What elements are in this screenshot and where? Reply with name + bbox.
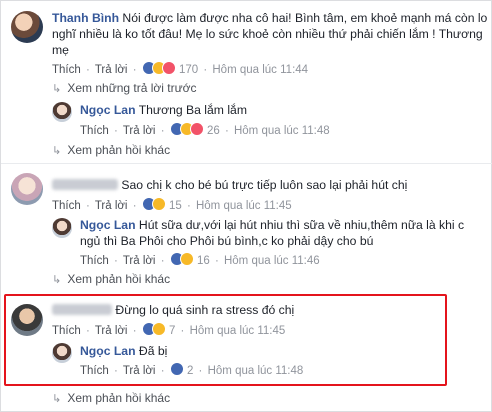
- blurred-author-name: [52, 179, 118, 190]
- reply-link[interactable]: Trả lời: [123, 255, 156, 267]
- author-name[interactable]: Ngọc Lan: [80, 344, 136, 358]
- reply-link[interactable]: Trả lời: [95, 325, 128, 337]
- comment-body: Nói được làm được nha cô hai! Bình tâm, …: [122, 11, 488, 25]
- love-reaction-icon: [189, 122, 204, 136]
- separator: ·: [160, 255, 165, 267]
- view-more-label[interactable]: Xem phản hồi khác: [67, 391, 170, 405]
- reaction-count[interactable]: 170: [179, 64, 198, 76]
- reaction-count[interactable]: 7: [169, 325, 175, 337]
- reaction-count[interactable]: 15: [169, 200, 182, 212]
- timestamp[interactable]: Hôm qua lúc 11:48: [208, 365, 304, 377]
- reply-body: Hút sữa dư,với lại hút nhiu thì sữa về n…: [138, 218, 465, 232]
- comment-body: nghĩ nhiều là ko tốt đâu! Mẹ lo sức khoẻ…: [52, 27, 483, 41]
- comment-body: Đừng lo quá sinh ra stress đó chị: [115, 303, 295, 317]
- timestamp[interactable]: Hôm qua lúc 11:46: [224, 255, 320, 267]
- timestamp[interactable]: Hôm qua lúc 11:44: [212, 64, 308, 76]
- separator: ·: [214, 255, 219, 267]
- avatar[interactable]: [52, 343, 72, 363]
- separator: ·: [198, 365, 203, 377]
- separator: ·: [224, 125, 229, 137]
- separator: ·: [160, 365, 165, 377]
- reply-actions: Thích · Trả lời · 16 · Hôm qua lúc 11:46: [80, 252, 320, 268]
- separator: ·: [85, 325, 90, 337]
- comment-actions: Thích · Trả lời · 170 · Hôm qua lúc 11:4…: [52, 61, 308, 77]
- reaction-count[interactable]: 16: [197, 255, 210, 267]
- separator: ·: [113, 125, 118, 137]
- reaction-count[interactable]: 26: [207, 125, 220, 137]
- reply-text: Ngọc Lan Thương Ba lắm lắm: [80, 102, 247, 118]
- separator: ·: [85, 200, 90, 212]
- reply-actions: Thích · Trả lời · 26 · Hôm qua lúc 11:48: [80, 122, 330, 138]
- separator: ·: [132, 325, 137, 337]
- reply-link[interactable]: Trả lời: [123, 365, 156, 377]
- separator: ·: [186, 200, 191, 212]
- author-name[interactable]: Thanh Bình: [52, 11, 119, 25]
- comment-body: Sao chị k cho bé bú trực tiếp luôn sao l…: [121, 178, 408, 192]
- avatar[interactable]: [52, 102, 72, 122]
- like-link[interactable]: Thích: [80, 255, 109, 267]
- reply-link[interactable]: Trả lời: [95, 200, 128, 212]
- timestamp[interactable]: Hôm qua lúc 11:45: [196, 200, 292, 212]
- reply-body: ngủ thì Ba Phôi cho Phôi bú bình,c ko ph…: [80, 234, 374, 248]
- reply-arrow-icon: ↳: [52, 145, 62, 157]
- reply-arrow-icon: ↳: [52, 83, 62, 95]
- reply-arrow-icon: ↳: [52, 274, 62, 286]
- author-name[interactable]: Ngọc Lan: [80, 218, 136, 232]
- divider: [1, 163, 492, 164]
- reply-link[interactable]: Trả lời: [123, 125, 156, 137]
- avatar[interactable]: [52, 218, 72, 238]
- like-link[interactable]: Thích: [80, 365, 109, 377]
- comment-body: mẹ: [52, 43, 69, 57]
- like-link[interactable]: Thích: [52, 200, 81, 212]
- timestamp[interactable]: Hôm qua lúc 11:48: [234, 125, 330, 137]
- reply-actions: Thích · Trả lời · 2 · Hôm qua lúc 11:48: [80, 362, 303, 378]
- separator: ·: [113, 365, 118, 377]
- view-more-replies[interactable]: ↳ Xem phản hồi khác: [52, 391, 170, 406]
- view-more-label[interactable]: Xem phản hồi khác: [67, 143, 170, 157]
- reply-arrow-icon: ↳: [52, 393, 62, 405]
- comment-actions: Thích · Trả lời · 7 · Hôm qua lúc 11:45: [52, 322, 285, 338]
- avatar[interactable]: [11, 173, 43, 205]
- reply-link[interactable]: Trả lời: [95, 64, 128, 76]
- timestamp[interactable]: Hôm qua lúc 11:45: [190, 325, 286, 337]
- avatar[interactable]: [11, 11, 43, 43]
- separator: ·: [113, 255, 118, 267]
- comment-actions: Thích · Trả lời · 15 · Hôm qua lúc 11:45: [52, 197, 292, 213]
- comment-text: Thanh Bình Nói được làm được nha cô hai!…: [52, 10, 487, 26]
- separator: ·: [180, 325, 185, 337]
- separator: ·: [203, 64, 208, 76]
- reply-body: Đã bị: [138, 344, 168, 358]
- comment-text: Sao chị k cho bé bú trực tiếp luôn sao l…: [52, 177, 407, 193]
- separator: ·: [132, 200, 137, 212]
- view-more-label[interactable]: Xem phản hồi khác: [67, 272, 170, 286]
- view-previous-replies[interactable]: ↳ Xem những trả lời trước: [52, 81, 197, 96]
- comments-panel: Thanh Bình Nói được làm được nha cô hai!…: [0, 0, 492, 412]
- like-reaction-icon: [169, 362, 184, 376]
- haha-reaction-icon: [151, 197, 166, 211]
- view-more-replies[interactable]: ↳ Xem phản hồi khác: [52, 272, 170, 287]
- separator: ·: [160, 125, 165, 137]
- like-link[interactable]: Thích: [80, 125, 109, 137]
- reaction-count[interactable]: 2: [187, 365, 193, 377]
- view-previous-label[interactable]: Xem những trả lời trước: [67, 81, 196, 95]
- author-name[interactable]: Ngọc Lan: [80, 103, 136, 117]
- haha-reaction-icon: [179, 252, 194, 266]
- comment-text: Đừng lo quá sinh ra stress đó chị: [52, 302, 294, 318]
- reply-body: Thương Ba lắm lắm: [138, 103, 247, 117]
- blurred-author-name: [52, 304, 112, 315]
- view-more-replies[interactable]: ↳ Xem phản hồi khác: [52, 143, 170, 158]
- avatar[interactable]: [11, 304, 43, 336]
- reply-text: Ngọc Lan Hút sữa dư,với lại hút nhiu thì…: [80, 217, 464, 233]
- reply-text: Ngọc Lan Đã bị: [80, 343, 167, 359]
- wow-reaction-icon: [151, 322, 166, 336]
- like-link[interactable]: Thích: [52, 64, 81, 76]
- separator: ·: [132, 64, 137, 76]
- like-link[interactable]: Thích: [52, 325, 81, 337]
- love-reaction-icon: [161, 61, 176, 75]
- separator: ·: [85, 64, 90, 76]
